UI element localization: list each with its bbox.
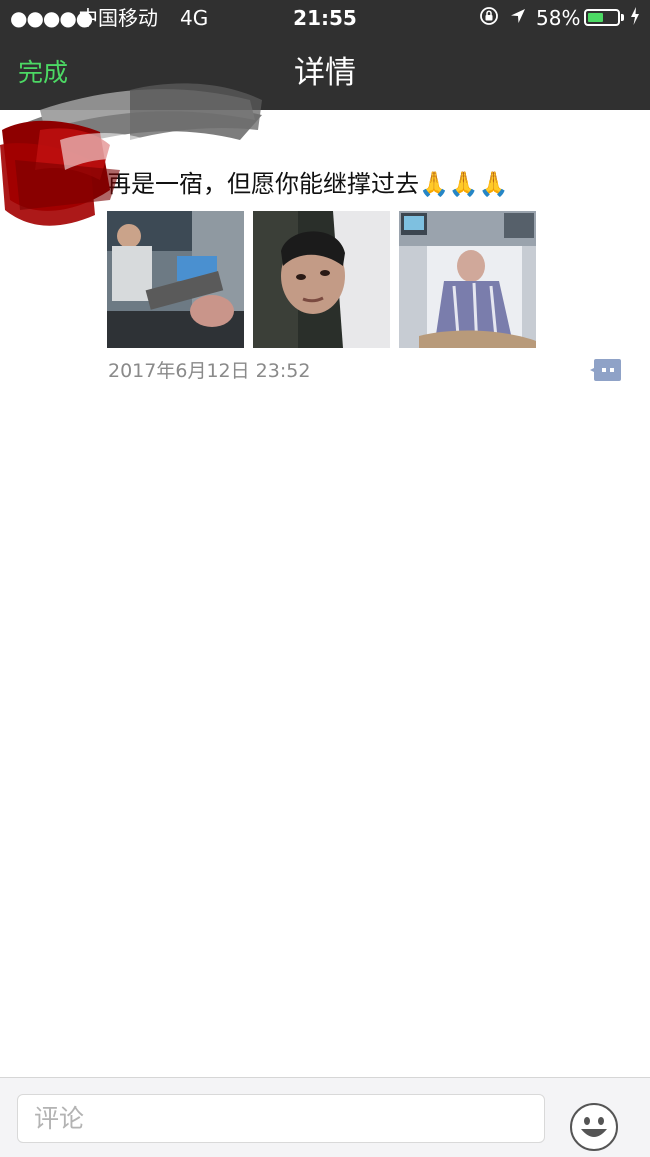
orientation-lock-icon [480, 7, 498, 25]
comment-input[interactable] [17, 1094, 545, 1143]
comment-bar [0, 1077, 650, 1157]
smiley-face-icon[interactable] [569, 1102, 619, 1152]
post-photo-1[interactable] [107, 211, 244, 348]
photo-image [399, 211, 536, 348]
comment-bubble-icon[interactable] [590, 358, 622, 382]
photo-image [107, 211, 244, 348]
battery-percentage: 58% [536, 6, 581, 30]
status-bar: ●●●●● 中国移动 4G 21:55 58% [0, 0, 650, 36]
post-timestamp: 2017年6月12日 23:52 [108, 360, 311, 382]
battery-tip [621, 14, 624, 21]
post-photo-3[interactable] [399, 211, 536, 348]
post-photo-2[interactable] [253, 211, 390, 348]
charging-bolt-icon [631, 7, 639, 25]
location-arrow-icon [511, 9, 525, 23]
battery-icon [584, 9, 620, 26]
photo-image [253, 211, 390, 348]
